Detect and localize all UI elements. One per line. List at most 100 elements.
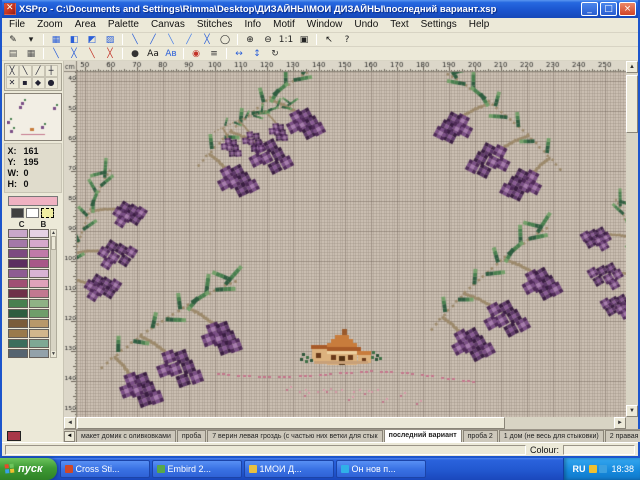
full-stitch-button[interactable]: ▦ — [48, 33, 65, 46]
vertical-scroll-thumb[interactable] — [626, 75, 638, 133]
color-wheel-button[interactable]: ◉ — [188, 47, 205, 60]
design-tab[interactable]: последний вариант — [384, 429, 462, 442]
menu-item-stitches[interactable]: Stitches — [191, 18, 239, 32]
tray-icon-volume[interactable] — [589, 465, 597, 473]
taskbar-task[interactable]: Он нов п... — [336, 460, 426, 478]
design-tab[interactable]: 1 дом (не весь для стыковки) — [499, 430, 604, 442]
gobelin-left-button[interactable]: ╲ — [163, 33, 180, 46]
back-stitch-button[interactable]: ▨ — [102, 33, 119, 46]
palette-swatch-b[interactable] — [29, 299, 49, 308]
palette-scroll-thumb[interactable] — [51, 236, 56, 250]
palette-swatch-c[interactable] — [8, 299, 28, 308]
text-latin-button[interactable]: Aa — [145, 47, 162, 60]
palette-swatch-b[interactable] — [29, 279, 49, 288]
close-button[interactable]: × — [619, 2, 636, 16]
palette-swatch-c[interactable] — [8, 279, 28, 288]
scroll-down-button[interactable]: ▼ — [626, 405, 638, 417]
help-button[interactable]: ? — [339, 33, 356, 46]
scroll-right-button[interactable]: ► — [614, 417, 626, 429]
tool-full-cross-button[interactable]: ╳ — [6, 65, 19, 77]
palette-swatch-b[interactable] — [29, 339, 49, 348]
bead-button[interactable]: ◯ — [217, 33, 234, 46]
menu-item-window[interactable]: Window — [301, 18, 349, 32]
start-button[interactable]: пуск — [0, 458, 57, 480]
tool-knot-button[interactable]: ● — [45, 77, 58, 89]
petite-right-button[interactable]: ╱ — [145, 33, 162, 46]
palette-swatch-c[interactable] — [8, 329, 28, 338]
stitch-red-half-button[interactable]: ╲ — [84, 47, 101, 60]
palette-swatch-c[interactable] — [8, 339, 28, 348]
petite-left-button[interactable]: ╲ — [127, 33, 144, 46]
taskbar-task[interactable]: 1МОИ Д... — [244, 460, 334, 478]
zoom-fit-button[interactable]: ▣ — [296, 33, 313, 46]
menu-item-canvas[interactable]: Canvas — [145, 18, 191, 32]
current-color-swatch[interactable] — [8, 196, 58, 206]
tab-scroll-left-button[interactable]: ◄ — [64, 431, 75, 442]
design-tab[interactable]: макет домик с оливковками — [76, 430, 176, 442]
menu-item-undo[interactable]: Undo — [348, 18, 384, 32]
quick-color-swatch[interactable] — [11, 208, 24, 218]
menu-item-palette[interactable]: Palette — [102, 18, 145, 32]
menu-item-motif[interactable]: Motif — [267, 18, 301, 32]
zoom-in-button[interactable]: ⊕ — [242, 33, 259, 46]
select-arrow-button[interactable]: ↖ — [321, 33, 338, 46]
palette-swatch-b[interactable] — [29, 329, 49, 338]
pencil-tool-button[interactable]: ✎ — [5, 33, 22, 46]
palette-swatch-b[interactable] — [29, 289, 49, 298]
flip-vertical-button[interactable]: ↕ — [249, 47, 266, 60]
tool-dropdown-button[interactable]: ▾ — [23, 33, 40, 46]
tool-straight-button[interactable]: ┼ — [45, 65, 58, 77]
palette-swatch-c[interactable] — [8, 289, 28, 298]
minimize-button[interactable]: _ — [581, 2, 598, 16]
text-cyrillic-button[interactable]: Ав — [163, 47, 180, 60]
half-stitch-button[interactable]: ◧ — [66, 33, 83, 46]
menu-item-settings[interactable]: Settings — [415, 18, 463, 32]
palette-swatch-b[interactable] — [29, 319, 49, 328]
palette-swatch-c[interactable] — [8, 239, 28, 248]
tool-half-back-button[interactable]: ╲ — [19, 65, 32, 77]
palette-swatch-b[interactable] — [29, 259, 49, 268]
vertical-scrollbar[interactable]: ▲ ▼ — [626, 61, 638, 417]
design-tab[interactable]: 2 правая них гр... — [605, 430, 640, 442]
quarter-stitch-button[interactable]: ◩ — [84, 33, 101, 46]
palette-swatch-b[interactable] — [29, 239, 49, 248]
taskbar-task[interactable]: Cross Sti... — [60, 460, 150, 478]
design-tab[interactable]: проба — [177, 430, 206, 442]
horizontal-scroll-thumb[interactable] — [77, 417, 505, 429]
palette-scrollbar[interactable]: ▲ ▼ — [50, 229, 57, 358]
tool-petite-button[interactable]: ✕ — [6, 77, 19, 89]
flip-horizontal-button[interactable]: ↔ — [231, 47, 248, 60]
tool-small-square-button[interactable]: ▪ — [19, 77, 32, 89]
thread-list-button[interactable]: ≡ — [206, 47, 223, 60]
french-knot-button[interactable]: ● — [127, 47, 144, 60]
quick-color-swatch[interactable] — [41, 208, 54, 218]
palette-swatch-c[interactable] — [8, 249, 28, 258]
gobelin-right-button[interactable]: ╱ — [181, 33, 198, 46]
tool-half-fwd-button[interactable]: ╱ — [32, 65, 45, 77]
grid-toggle-button[interactable]: ▤ — [5, 47, 22, 60]
horizontal-scrollbar[interactable]: ◄ ► — [64, 417, 626, 429]
taskbar-task[interactable]: Embird 2... — [152, 460, 242, 478]
stitch-blue-full-button[interactable]: ╳ — [66, 47, 83, 60]
palette-swatch-c[interactable] — [8, 349, 28, 358]
palette-swatch-b[interactable] — [29, 229, 49, 238]
menu-item-area[interactable]: Area — [69, 18, 102, 32]
palette-swatch-b[interactable] — [29, 309, 49, 318]
tray-icon-app[interactable] — [599, 465, 607, 473]
maximize-button[interactable]: □ — [600, 2, 617, 16]
stitch-blue-half-button[interactable]: ╲ — [48, 47, 65, 60]
fabric-toggle-button[interactable]: ▦ — [23, 47, 40, 60]
palette-swatch-b[interactable] — [29, 269, 49, 278]
menu-item-file[interactable]: File — [3, 18, 31, 32]
palette-swatch-c[interactable] — [8, 319, 28, 328]
design-tab[interactable]: проба 2 — [463, 430, 498, 442]
quick-color-swatch[interactable] — [26, 208, 39, 218]
palette-swatch-c[interactable] — [8, 269, 28, 278]
menu-item-info[interactable]: Info — [238, 18, 267, 32]
tool-diamond-button[interactable]: ◆ — [32, 77, 45, 89]
rotate-button[interactable]: ↻ — [267, 47, 284, 60]
menu-item-zoom[interactable]: Zoom — [31, 18, 69, 32]
scroll-left-button[interactable]: ◄ — [64, 417, 76, 429]
zoom-out-button[interactable]: ⊖ — [260, 33, 277, 46]
stitch-red-full-button[interactable]: ╳ — [102, 47, 119, 60]
